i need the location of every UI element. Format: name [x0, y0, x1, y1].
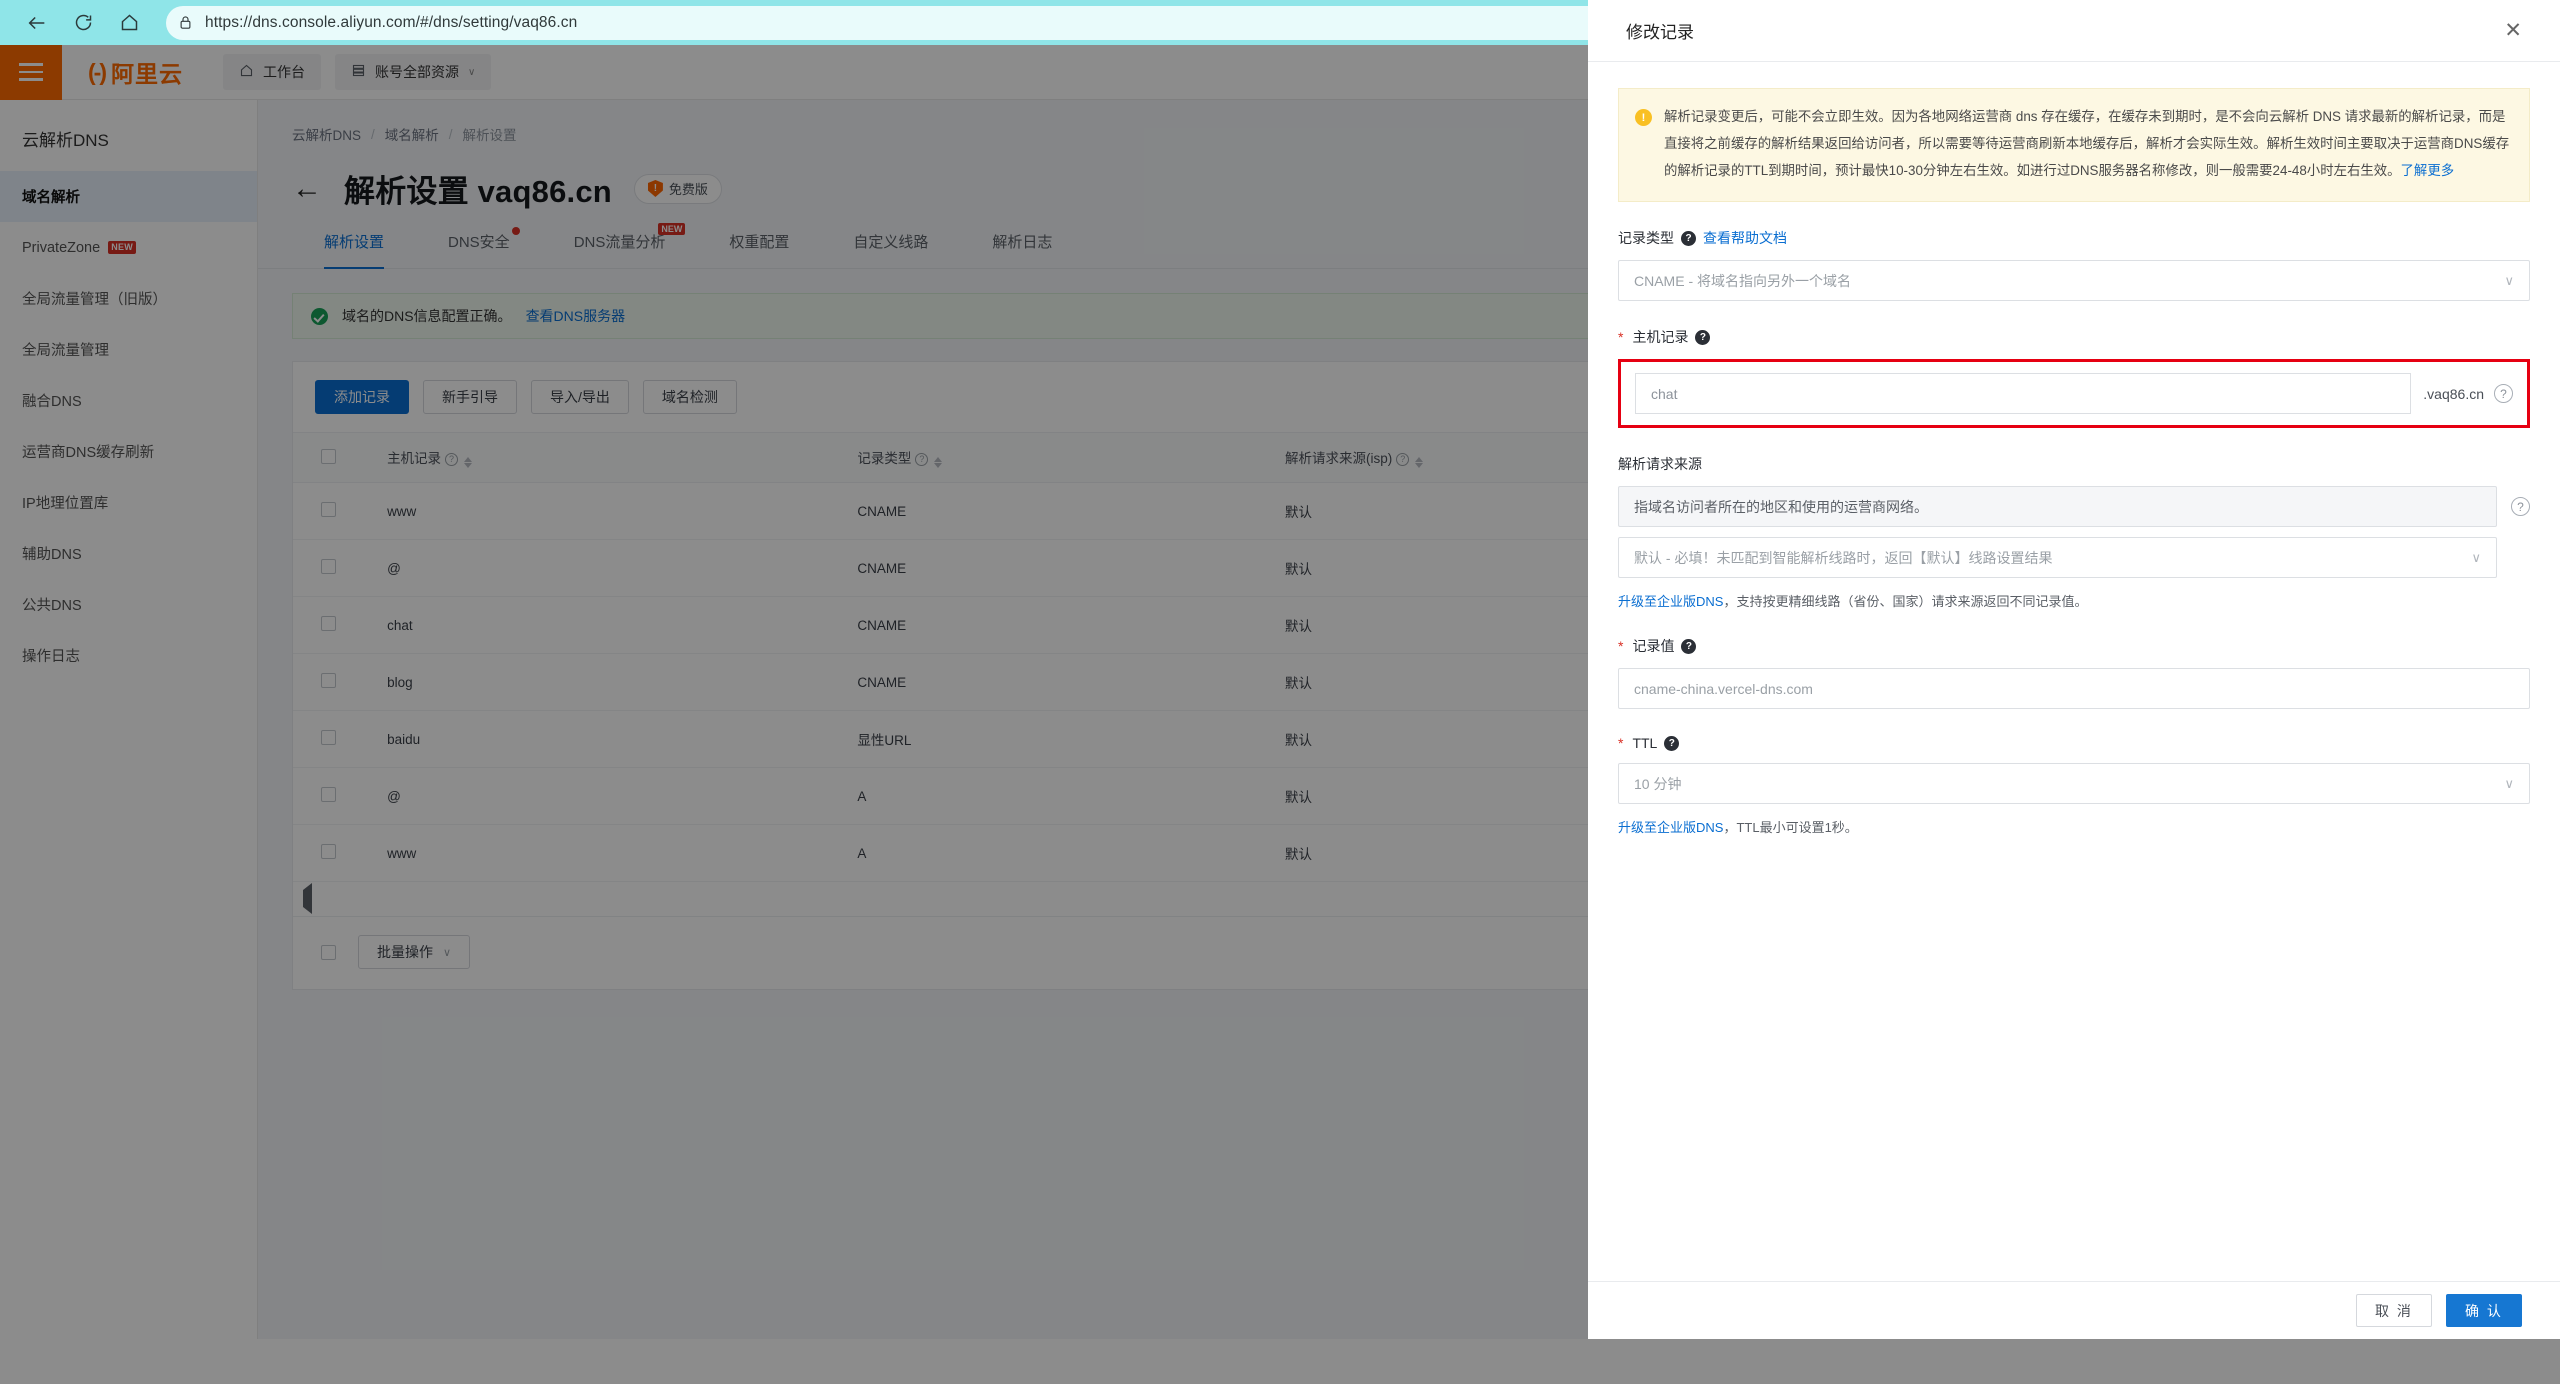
host-record-label-row: * 主机记录 ?: [1618, 327, 2530, 347]
drawer-header: 修改记录 ✕: [1588, 0, 2560, 62]
isp-readonly-row: 指域名访问者所在的地区和使用的运营商网络。 ?: [1618, 486, 2530, 527]
host-record-highlight-box: chat .vaq86.cn ?: [1618, 359, 2530, 428]
upgrade-enterprise-dns-link[interactable]: 升级至企业版DNS: [1618, 594, 1723, 609]
isp-select-value: 默认 - 必填！未匹配到智能解析线路时，返回【默认】线路设置结果: [1634, 548, 2052, 568]
drawer-footer: 取 消 确 认: [1588, 1281, 2560, 1339]
required-marker: *: [1618, 638, 1623, 654]
host-record-row: chat .vaq86.cn ?: [1635, 373, 2513, 414]
help-doc-link[interactable]: 查看帮助文档: [1703, 228, 1787, 248]
help-icon[interactable]: ?: [1695, 330, 1710, 345]
isp-label-row: 解析请求来源: [1618, 454, 2530, 474]
host-record-suffix: .vaq86.cn: [2411, 386, 2494, 402]
isp-label: 解析请求来源: [1618, 454, 1702, 474]
record-value-label-row: * 记录值 ?: [1618, 636, 2530, 656]
record-value-input[interactable]: cname-china.vercel-dns.com: [1618, 668, 2530, 709]
host-record-label: 主机记录: [1632, 327, 1688, 347]
record-type-label-row: 记录类型 ? 查看帮助文档: [1618, 228, 2530, 248]
help-icon[interactable]: ?: [1681, 231, 1696, 246]
notice-text: 解析记录变更后，可能不会立即生效。因为各地网络运营商 dns 存在缓存，在缓存未…: [1664, 109, 2509, 178]
required-marker: *: [1618, 735, 1623, 751]
drawer-body: 解析记录变更后，可能不会立即生效。因为各地网络运营商 dns 存在缓存，在缓存未…: [1588, 62, 2560, 1281]
ttl-label-row: * TTL ?: [1618, 735, 2530, 751]
help-icon[interactable]: ?: [2494, 384, 2513, 403]
record-type-field: 记录类型 ? 查看帮助文档 CNAME - 将域名指向另外一个域名 ∨: [1618, 228, 2530, 301]
ttl-label: TTL: [1632, 735, 1657, 751]
ttl-value: 10 分钟: [1634, 774, 1681, 794]
home-icon[interactable]: [106, 4, 152, 42]
record-value-field: * 记录值 ? cname-china.vercel-dns.com: [1618, 636, 2530, 709]
lock-icon: [178, 14, 193, 31]
required-marker: *: [1618, 329, 1623, 345]
ttl-field: * TTL ? 10 分钟 ∨ 升级至企业版DNS，TTL最小可设置1秒。: [1618, 735, 2530, 836]
warning-icon: [1635, 109, 1652, 126]
ttl-note: 升级至企业版DNS，TTL最小可设置1秒。: [1618, 817, 2530, 836]
url-text: https://dns.console.aliyun.com/#/dns/set…: [205, 14, 577, 32]
help-icon[interactable]: ?: [2511, 497, 2530, 516]
chevron-down-icon: ∨: [2504, 273, 2514, 289]
record-type-value: CNAME - 将域名指向另外一个域名: [1634, 271, 1851, 291]
reload-icon[interactable]: [60, 4, 106, 42]
close-icon[interactable]: ✕: [2504, 20, 2522, 41]
help-icon[interactable]: ?: [1681, 639, 1696, 654]
host-record-field: * 主机记录 ? chat .vaq86.cn ?: [1618, 327, 2530, 428]
record-type-select[interactable]: CNAME - 将域名指向另外一个域名 ∨: [1618, 260, 2530, 301]
isp-field: 解析请求来源 指域名访问者所在的地区和使用的运营商网络。 ? 默认 - 必填！未…: [1618, 454, 2530, 610]
isp-note-text: ，支持按更精细线路（省份、国家）请求来源返回不同记录值。: [1723, 594, 2087, 609]
notice-banner: 解析记录变更后，可能不会立即生效。因为各地网络运营商 dns 存在缓存，在缓存未…: [1618, 88, 2530, 202]
cancel-button[interactable]: 取 消: [2356, 1294, 2432, 1327]
help-icon[interactable]: ?: [1664, 736, 1679, 751]
confirm-button[interactable]: 确 认: [2446, 1294, 2522, 1327]
ttl-note-text: ，TTL最小可设置1秒。: [1723, 820, 1857, 835]
isp-description: 指域名访问者所在的地区和使用的运营商网络。: [1618, 486, 2497, 527]
isp-select[interactable]: 默认 - 必填！未匹配到智能解析线路时，返回【默认】线路设置结果 ∨: [1618, 537, 2497, 578]
edit-record-drawer: 修改记录 ✕ 解析记录变更后，可能不会立即生效。因为各地网络运营商 dns 存在…: [1588, 0, 2560, 1339]
learn-more-link[interactable]: 了解更多: [2401, 163, 2455, 178]
back-icon[interactable]: [14, 4, 60, 42]
chevron-down-icon: ∨: [2504, 776, 2514, 792]
record-value-label: 记录值: [1632, 636, 1674, 656]
isp-note: 升级至企业版DNS，支持按更精细线路（省份、国家）请求来源返回不同记录值。: [1618, 591, 2530, 610]
drawer-title: 修改记录: [1626, 18, 1694, 43]
record-type-label: 记录类型: [1618, 228, 1674, 248]
upgrade-enterprise-dns-link[interactable]: 升级至企业版DNS: [1618, 820, 1723, 835]
chevron-down-icon: ∨: [2471, 550, 2481, 566]
host-record-input[interactable]: chat: [1635, 373, 2411, 414]
ttl-select[interactable]: 10 分钟 ∨: [1618, 763, 2530, 804]
